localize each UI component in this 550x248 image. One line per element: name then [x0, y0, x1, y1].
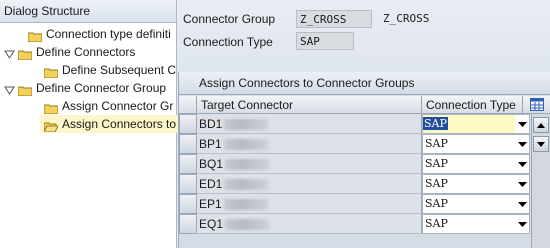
folder-icon	[27, 29, 43, 43]
tree-node-label: Define Subsequent C	[62, 63, 177, 77]
folder-icon	[43, 101, 59, 115]
table-row: BQ1 SAP	[179, 154, 550, 174]
dropdown-arrow-icon[interactable]	[515, 215, 529, 233]
dropdown-arrow-icon[interactable]	[515, 155, 529, 173]
connection-type-cell[interactable]: SAP	[422, 154, 530, 174]
tree-node-assign-connectors-to-groups[interactable]: Assign Connectors to	[40, 115, 180, 133]
connector-group-field[interactable]: Z_CROSS	[296, 10, 372, 28]
dropdown-arrow-icon[interactable]	[515, 175, 529, 193]
row-selector[interactable]	[179, 174, 197, 194]
connection-type-cell[interactable]: SAP	[422, 174, 530, 194]
table-row: EP1 SAP	[179, 194, 550, 214]
connection-type-label: Connection Type	[183, 35, 273, 49]
target-connector-cell[interactable]: BQ1	[197, 154, 422, 174]
connection-type-cell[interactable]: SAP	[422, 134, 530, 154]
table-row: EQ1 SAP	[179, 214, 550, 234]
table-row: BP1 SAP	[179, 134, 550, 154]
dialog-structure-pane: Dialog Structure Connection type definit…	[0, 0, 180, 248]
dropdown-arrow-icon[interactable]	[515, 135, 529, 153]
tree-node-label: Assign Connectors to	[62, 117, 177, 131]
open-folder-icon	[43, 119, 59, 133]
folder-icon	[17, 83, 33, 97]
column-header-connection-type[interactable]: Connection Type	[422, 96, 523, 114]
connection-type-field[interactable]: SAP	[296, 32, 354, 50]
vertical-scrollbar[interactable]	[531, 114, 550, 248]
tree-node-define-subsequent-connectors[interactable]: Define Subsequent C	[43, 61, 177, 79]
row-selector[interactable]	[179, 154, 197, 174]
folder-icon	[17, 47, 33, 61]
expand-triangle-icon[interactable]	[4, 83, 15, 95]
scroll-up-icon[interactable]	[533, 117, 549, 133]
tree-node-assign-connector-groups[interactable]: Assign Connector Gr	[43, 97, 174, 115]
tree-node-label: Connection type definiti	[46, 27, 171, 41]
target-connector-cell[interactable]: ED1	[197, 174, 422, 194]
tree-node-label: Define Connector Group	[36, 81, 167, 95]
connection-type-cell[interactable]: SAP	[422, 114, 530, 134]
dropdown-arrow-icon[interactable]	[515, 195, 529, 213]
row-selector[interactable]	[179, 194, 197, 214]
target-connector-cell[interactable]: EQ1	[197, 214, 422, 234]
target-connector-cell[interactable]: BP1	[197, 134, 422, 154]
target-connector-cell[interactable]: EP1	[197, 194, 422, 214]
dropdown-arrow-icon[interactable]	[515, 115, 529, 133]
connector-group-text: Z_CROSS	[383, 12, 430, 25]
row-selector[interactable]	[179, 214, 197, 234]
tree-node-define-connectors[interactable]: Define Connectors	[4, 43, 135, 61]
tree-node-define-connector-group[interactable]: Define Connector Group	[4, 79, 166, 97]
expand-triangle-icon[interactable]	[4, 47, 15, 59]
connection-type-cell[interactable]: SAP	[422, 214, 530, 234]
tree-node-label: Define Connectors	[36, 45, 136, 59]
table-header-row: Target Connector Connection Type	[179, 96, 550, 114]
table-settings-icon[interactable]	[523, 96, 550, 114]
row-selector[interactable]	[179, 114, 197, 134]
scroll-down-icon[interactable]	[533, 136, 549, 152]
row-selector[interactable]	[179, 134, 197, 154]
table-row: ED1 SAP	[179, 174, 550, 194]
table-row: BD1 SAP	[179, 114, 550, 134]
dialog-structure-header: Dialog Structure	[0, 0, 176, 23]
assign-connectors-table: Assign Connectors to Connector Groups Ta…	[178, 72, 550, 248]
table-title: Assign Connectors to Connector Groups	[179, 72, 550, 95]
tree-node-label: Assign Connector Gr	[62, 99, 174, 113]
connector-group-label: Connector Group	[183, 12, 276, 26]
header-fields-area: Connector Group Z_CROSS Z_CROSS Connecti…	[177, 0, 550, 72]
select-all-cell[interactable]	[179, 96, 197, 114]
tree-node-connection-type-definition[interactable]: Connection type definiti	[27, 25, 171, 43]
folder-icon	[43, 65, 59, 79]
target-connector-cell[interactable]: BD1	[197, 114, 422, 134]
connection-type-cell[interactable]: SAP	[422, 194, 530, 214]
column-header-target-connector[interactable]: Target Connector	[197, 96, 422, 114]
